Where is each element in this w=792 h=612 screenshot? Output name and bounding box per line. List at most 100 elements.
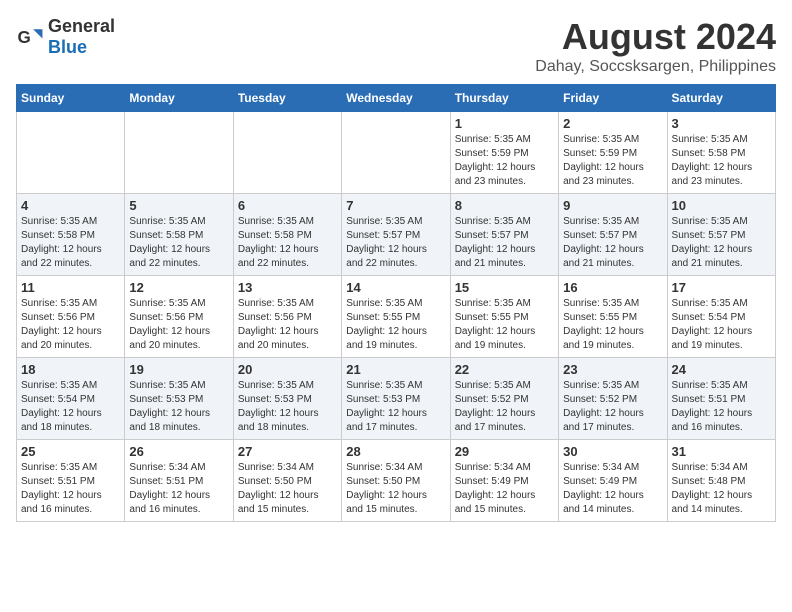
day-detail: Sunrise: 5:34 AM Sunset: 5:51 PM Dayligh… bbox=[129, 461, 228, 517]
day-number: 14 bbox=[346, 280, 445, 295]
day-detail: Sunrise: 5:35 AM Sunset: 5:54 PM Dayligh… bbox=[21, 379, 120, 435]
day-number: 10 bbox=[672, 198, 771, 213]
calendar-cell: 1 Sunrise: 5:35 AM Sunset: 5:59 PM Daylig… bbox=[450, 112, 558, 194]
header: G General Blue August 2024 Dahay, Soccsk… bbox=[16, 16, 776, 76]
day-detail: Sunrise: 5:35 AM Sunset: 5:59 PM Dayligh… bbox=[563, 133, 662, 189]
days-header-row: SundayMondayTuesdayWednesdayThursdayFrid… bbox=[17, 85, 776, 112]
day-detail: Sunrise: 5:35 AM Sunset: 5:56 PM Dayligh… bbox=[21, 297, 120, 353]
day-number: 17 bbox=[672, 280, 771, 295]
calendar-week-5: 25 Sunrise: 5:35 AM Sunset: 5:51 PM Dayli… bbox=[17, 440, 776, 522]
calendar-cell: 4 Sunrise: 5:35 AM Sunset: 5:58 PM Daylig… bbox=[17, 194, 125, 276]
calendar-cell: 21Sunrise: 5:35 AM Sunset: 5:53 PM Dayli… bbox=[342, 358, 450, 440]
calendar-cell: 16Sunrise: 5:35 AM Sunset: 5:55 PM Dayli… bbox=[559, 276, 667, 358]
calendar-cell: 28 Sunrise: 5:34 AM Sunset: 5:50 PM Dayli… bbox=[342, 440, 450, 522]
day-number: 26 bbox=[129, 444, 228, 459]
day-detail: Sunrise: 5:35 AM Sunset: 5:52 PM Dayligh… bbox=[563, 379, 662, 435]
day-header-tuesday: Tuesday bbox=[233, 85, 341, 112]
day-number: 15 bbox=[455, 280, 554, 295]
day-number: 22 bbox=[455, 362, 554, 377]
calendar-cell: 18 Sunrise: 5:35 AM Sunset: 5:54 PM Dayli… bbox=[17, 358, 125, 440]
day-number: 9 bbox=[563, 198, 662, 213]
calendar-cell: 3Sunrise: 5:35 AM Sunset: 5:58 PM Daylig… bbox=[667, 112, 775, 194]
day-header-wednesday: Wednesday bbox=[342, 85, 450, 112]
day-number: 24 bbox=[672, 362, 771, 377]
calendar-cell: 8Sunrise: 5:35 AM Sunset: 5:57 PM Daylig… bbox=[450, 194, 558, 276]
day-detail: Sunrise: 5:35 AM Sunset: 5:53 PM Dayligh… bbox=[238, 379, 337, 435]
day-detail: Sunrise: 5:35 AM Sunset: 5:59 PM Dayligh… bbox=[455, 133, 554, 189]
day-detail: Sunrise: 5:35 AM Sunset: 5:57 PM Dayligh… bbox=[346, 215, 445, 271]
day-detail: Sunrise: 5:34 AM Sunset: 5:50 PM Dayligh… bbox=[346, 461, 445, 517]
day-number: 23 bbox=[563, 362, 662, 377]
calendar-cell: 24 Sunrise: 5:35 AM Sunset: 5:51 PM Dayli… bbox=[667, 358, 775, 440]
calendar-cell: 9 Sunrise: 5:35 AM Sunset: 5:57 PM Daylig… bbox=[559, 194, 667, 276]
day-number: 16 bbox=[563, 280, 662, 295]
day-number: 28 bbox=[346, 444, 445, 459]
calendar-cell: 12Sunrise: 5:35 AM Sunset: 5:56 PM Dayli… bbox=[125, 276, 233, 358]
day-detail: Sunrise: 5:35 AM Sunset: 5:51 PM Dayligh… bbox=[672, 379, 771, 435]
day-detail: Sunrise: 5:34 AM Sunset: 5:48 PM Dayligh… bbox=[672, 461, 771, 517]
day-number: 18 bbox=[21, 362, 120, 377]
day-detail: Sunrise: 5:35 AM Sunset: 5:54 PM Dayligh… bbox=[672, 297, 771, 353]
day-number: 2 bbox=[563, 116, 662, 131]
day-header-friday: Friday bbox=[559, 85, 667, 112]
calendar-cell: 30 Sunrise: 5:34 AM Sunset: 5:49 PM Dayli… bbox=[559, 440, 667, 522]
day-detail: Sunrise: 5:35 AM Sunset: 5:57 PM Dayligh… bbox=[672, 215, 771, 271]
logo-general-text: General bbox=[48, 16, 115, 36]
title-area: August 2024 Dahay, Soccsksargen, Philipp… bbox=[535, 16, 776, 76]
day-number: 31 bbox=[672, 444, 771, 459]
day-number: 25 bbox=[21, 444, 120, 459]
calendar-week-3: 11 Sunrise: 5:35 AM Sunset: 5:56 PM Dayli… bbox=[17, 276, 776, 358]
calendar-cell: 10 Sunrise: 5:35 AM Sunset: 5:57 PM Dayli… bbox=[667, 194, 775, 276]
day-detail: Sunrise: 5:35 AM Sunset: 5:51 PM Dayligh… bbox=[21, 461, 120, 517]
calendar-cell: 23 Sunrise: 5:35 AM Sunset: 5:52 PM Dayli… bbox=[559, 358, 667, 440]
day-detail: Sunrise: 5:35 AM Sunset: 5:58 PM Dayligh… bbox=[238, 215, 337, 271]
day-number: 13 bbox=[238, 280, 337, 295]
day-number: 29 bbox=[455, 444, 554, 459]
day-number: 30 bbox=[563, 444, 662, 459]
subtitle: Dahay, Soccsksargen, Philippines bbox=[535, 58, 776, 76]
calendar-cell: 14 Sunrise: 5:35 AM Sunset: 5:55 PM Dayli… bbox=[342, 276, 450, 358]
day-number: 7 bbox=[346, 198, 445, 213]
day-detail: Sunrise: 5:35 AM Sunset: 5:57 PM Dayligh… bbox=[563, 215, 662, 271]
day-number: 20 bbox=[238, 362, 337, 377]
day-detail: Sunrise: 5:34 AM Sunset: 5:49 PM Dayligh… bbox=[563, 461, 662, 517]
day-number: 1 bbox=[455, 116, 554, 131]
day-detail: Sunrise: 5:35 AM Sunset: 5:55 PM Dayligh… bbox=[346, 297, 445, 353]
logo-icon: G bbox=[16, 23, 44, 51]
calendar-cell: 29 Sunrise: 5:34 AM Sunset: 5:49 PM Dayli… bbox=[450, 440, 558, 522]
day-number: 27 bbox=[238, 444, 337, 459]
day-number: 4 bbox=[21, 198, 120, 213]
day-detail: Sunrise: 5:35 AM Sunset: 5:55 PM Dayligh… bbox=[455, 297, 554, 353]
day-detail: Sunrise: 5:35 AM Sunset: 5:53 PM Dayligh… bbox=[346, 379, 445, 435]
calendar-cell bbox=[233, 112, 341, 194]
day-detail: Sunrise: 5:34 AM Sunset: 5:50 PM Dayligh… bbox=[238, 461, 337, 517]
day-detail: Sunrise: 5:35 AM Sunset: 5:57 PM Dayligh… bbox=[455, 215, 554, 271]
day-detail: Sunrise: 5:35 AM Sunset: 5:56 PM Dayligh… bbox=[129, 297, 228, 353]
calendar-cell: 15 Sunrise: 5:35 AM Sunset: 5:55 PM Dayli… bbox=[450, 276, 558, 358]
calendar-cell: 19 Sunrise: 5:35 AM Sunset: 5:53 PM Dayli… bbox=[125, 358, 233, 440]
day-number: 6 bbox=[238, 198, 337, 213]
calendar-cell: 31 Sunrise: 5:34 AM Sunset: 5:48 PM Dayli… bbox=[667, 440, 775, 522]
logo: G General Blue bbox=[16, 16, 115, 58]
svg-text:G: G bbox=[18, 28, 31, 47]
calendar-cell: 7 Sunrise: 5:35 AM Sunset: 5:57 PM Daylig… bbox=[342, 194, 450, 276]
day-number: 5 bbox=[129, 198, 228, 213]
day-detail: Sunrise: 5:34 AM Sunset: 5:49 PM Dayligh… bbox=[455, 461, 554, 517]
day-header-saturday: Saturday bbox=[667, 85, 775, 112]
day-detail: Sunrise: 5:35 AM Sunset: 5:58 PM Dayligh… bbox=[129, 215, 228, 271]
day-detail: Sunrise: 5:35 AM Sunset: 5:58 PM Dayligh… bbox=[21, 215, 120, 271]
day-detail: Sunrise: 5:35 AM Sunset: 5:53 PM Dayligh… bbox=[129, 379, 228, 435]
day-detail: Sunrise: 5:35 AM Sunset: 5:52 PM Dayligh… bbox=[455, 379, 554, 435]
calendar-table: SundayMondayTuesdayWednesdayThursdayFrid… bbox=[16, 84, 776, 522]
day-header-monday: Monday bbox=[125, 85, 233, 112]
calendar-cell: 22 Sunrise: 5:35 AM Sunset: 5:52 PM Dayli… bbox=[450, 358, 558, 440]
calendar-cell: 13 Sunrise: 5:35 AM Sunset: 5:56 PM Dayli… bbox=[233, 276, 341, 358]
logo-blue-text: Blue bbox=[48, 37, 87, 57]
day-number: 3 bbox=[672, 116, 771, 131]
calendar-cell: 25 Sunrise: 5:35 AM Sunset: 5:51 PM Dayli… bbox=[17, 440, 125, 522]
day-number: 19 bbox=[129, 362, 228, 377]
main-title: August 2024 bbox=[535, 16, 776, 58]
calendar-week-4: 18 Sunrise: 5:35 AM Sunset: 5:54 PM Dayli… bbox=[17, 358, 776, 440]
day-detail: Sunrise: 5:35 AM Sunset: 5:56 PM Dayligh… bbox=[238, 297, 337, 353]
day-number: 11 bbox=[21, 280, 120, 295]
